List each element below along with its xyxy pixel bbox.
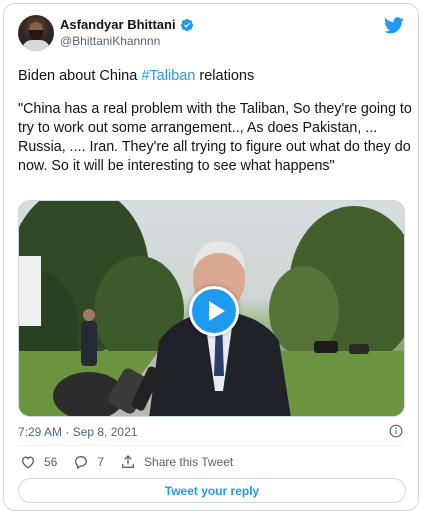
share-action[interactable]: Share this Tweet [120,454,233,470]
author-name-row[interactable]: Asfandyar Bhittani [60,17,194,32]
play-button[interactable] [189,286,239,336]
tweet-timestamp[interactable]: 7:29 AM · Sep 8, 2021 [18,425,137,439]
tweet-text-suffix: relations [195,68,255,84]
info-icon[interactable] [389,424,403,438]
heart-icon [21,456,35,469]
author-handle[interactable]: @BhittaniKhannnn [60,34,160,48]
like-count: 56 [44,455,58,469]
reply-action[interactable]: 7 [73,454,104,470]
action-bar: 56 7 Share this Tweet [20,452,249,472]
reply-count: 7 [97,455,105,469]
divider [18,445,404,446]
video-player[interactable] [18,200,405,417]
tweet-card: Asfandyar Bhittani @BhittaniKhannnn Bide… [3,3,419,511]
tweet-text-line: Biden about China #Taliban relations [18,68,254,84]
tweet-text-prefix: Biden about China [18,68,142,84]
share-icon [122,455,135,468]
like-action[interactable]: 56 [20,454,57,470]
twitter-bird-icon[interactable] [384,17,404,34]
tweet-quote-text: "China has a real problem with the Talib… [18,101,412,174]
reply-bubble-icon [75,455,88,470]
tweet-your-reply-button[interactable]: Tweet your reply [18,478,406,503]
avatar[interactable] [18,15,54,51]
author-name[interactable]: Asfandyar Bhittani [60,17,176,32]
hashtag-link[interactable]: #Taliban [141,68,195,84]
share-label: Share this Tweet [144,455,234,469]
verified-badge-icon [180,18,193,31]
play-icon [209,301,225,321]
